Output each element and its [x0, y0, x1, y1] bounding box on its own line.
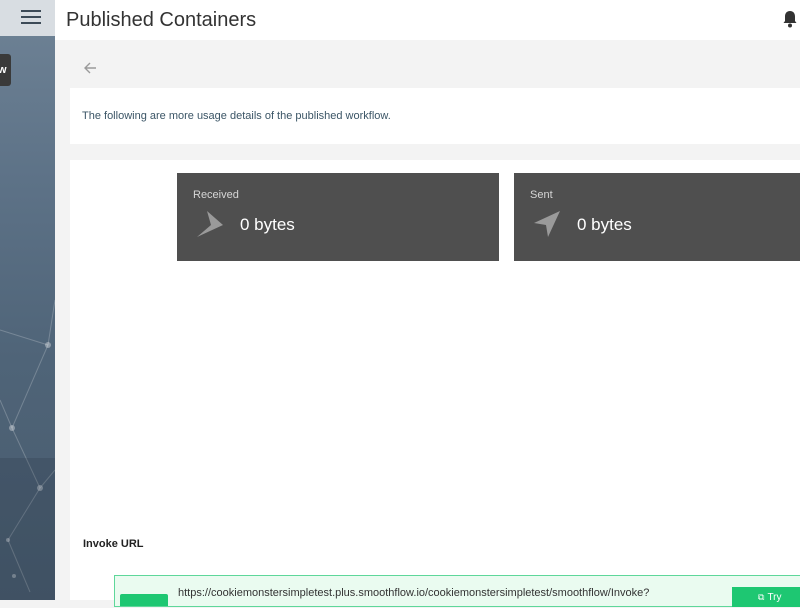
sent-label: Sent: [530, 189, 553, 201]
received-value: 0 bytes: [240, 215, 295, 234]
description-panel: The following are more usage details of …: [70, 88, 800, 144]
notification-bell-icon[interactable]: [782, 10, 798, 28]
try-button[interactable]: ⧉ Try: [732, 587, 800, 607]
http-method-badge: [120, 594, 168, 606]
invoke-url-box: https://cookiemonstersimpletest.plus.smo…: [114, 575, 800, 607]
invoke-url-text[interactable]: https://cookiemonstersimpletest.plus.smo…: [178, 587, 649, 599]
sidebar: w: [0, 0, 55, 600]
received-stat-card: Received 0 bytes: [177, 173, 499, 261]
page-title: Published Containers: [66, 9, 257, 31]
sidebar-footer-band: [0, 458, 55, 600]
external-link-icon: ⧉: [758, 592, 765, 602]
paper-plane-up-icon: [534, 211, 560, 237]
received-label: Received: [193, 189, 239, 201]
hamburger-menu-icon[interactable]: [21, 10, 41, 24]
invoke-url-label: Invoke URL: [83, 538, 144, 550]
back-navigation-bar: [70, 50, 800, 88]
usage-details-panel: Received 0 bytes Sent 0 bytes Invoke URL…: [70, 160, 800, 607]
paper-plane-right-icon: [197, 211, 223, 237]
sent-value: 0 bytes: [577, 215, 632, 234]
arrow-left-icon[interactable]: [83, 61, 97, 75]
top-header: Published Containers: [55, 0, 800, 40]
sidebar-top-bar: [0, 0, 55, 36]
description-text: The following are more usage details of …: [82, 110, 391, 122]
sent-stat-card: Sent 0 bytes: [514, 173, 800, 261]
sidebar-collapsed-badge[interactable]: w: [0, 54, 11, 86]
try-button-label: Try: [767, 592, 782, 603]
